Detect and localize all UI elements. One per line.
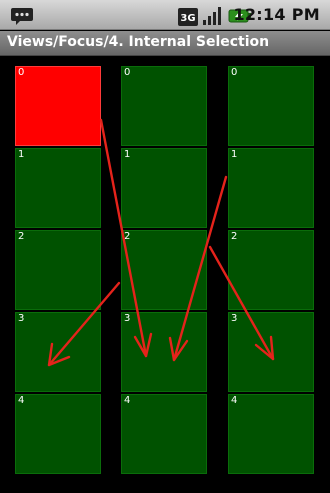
column-2: 0 1 2 3 4 — [228, 66, 314, 476]
column-0: 0 1 2 3 4 — [15, 66, 101, 476]
cell-label: 2 — [231, 231, 238, 242]
cell-label: 0 — [231, 67, 238, 78]
cell-label: 4 — [124, 395, 131, 406]
grid-cell[interactable]: 1 — [228, 148, 314, 228]
grid-content: 0 1 2 3 4 0 1 2 3 4 0 1 2 3 4 — [0, 56, 330, 493]
cell-label: 1 — [18, 149, 25, 160]
cell-label: 4 — [18, 395, 25, 406]
grid-cell[interactable]: 3 — [121, 312, 207, 392]
grid-cell[interactable]: 4 — [121, 394, 207, 474]
cell-label: 1 — [231, 149, 238, 160]
cell-label: 3 — [124, 313, 131, 324]
cell-label: 4 — [231, 395, 238, 406]
cell-label: 0 — [18, 67, 25, 78]
column-1: 0 1 2 3 4 — [121, 66, 207, 476]
status-bar: 3G 12:14 PM — [0, 0, 330, 30]
grid-cell-focused[interactable]: 0 — [15, 66, 101, 146]
grid-cell[interactable]: 3 — [15, 312, 101, 392]
grid-cell[interactable]: 2 — [121, 230, 207, 310]
3g-icon: 3G — [178, 8, 198, 26]
signal-strength-icon — [203, 7, 221, 25]
cell-label: 2 — [18, 231, 25, 242]
cell-label: 3 — [231, 313, 238, 324]
title-bar: Views/Focus/4. Internal Selection — [0, 31, 330, 56]
grid-cell[interactable]: 4 — [228, 394, 314, 474]
clock: 12:14 PM — [233, 5, 320, 24]
grid-cell[interactable]: 4 — [15, 394, 101, 474]
network-type-label: 3G — [180, 13, 195, 24]
cell-label: 3 — [18, 313, 25, 324]
grid-cell[interactable]: 3 — [228, 312, 314, 392]
page-title: Views/Focus/4. Internal Selection — [7, 34, 270, 50]
cell-label: 0 — [124, 67, 131, 78]
grid-cell[interactable]: 0 — [121, 66, 207, 146]
notification-icon — [11, 8, 33, 25]
grid-cell[interactable]: 2 — [15, 230, 101, 310]
grid-cell[interactable]: 1 — [121, 148, 207, 228]
cell-label: 1 — [124, 149, 131, 160]
grid-cell[interactable]: 0 — [228, 66, 314, 146]
grid-cell[interactable]: 1 — [15, 148, 101, 228]
grid-cell[interactable]: 2 — [228, 230, 314, 310]
cell-label: 2 — [124, 231, 131, 242]
